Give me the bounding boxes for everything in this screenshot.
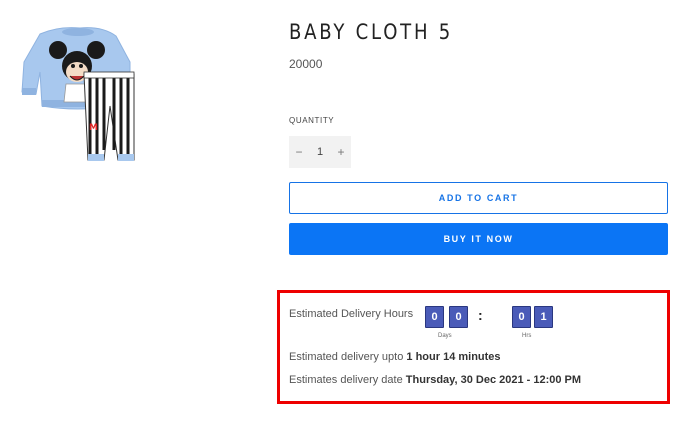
delivery-upto-line: Estimated delivery upto 1 hour 14 minute… xyxy=(289,351,501,363)
countdown-days-label: Days xyxy=(438,333,452,339)
quantity-decrement-button[interactable]: − xyxy=(289,145,309,159)
product-title: BABY CLOTH 5 xyxy=(289,20,454,44)
quantity-value[interactable]: 1 xyxy=(309,146,331,158)
countdown-separator: : xyxy=(478,307,483,323)
countdown-hours-digit-1: 0 xyxy=(512,306,531,328)
delivery-upto-value: 1 hour 14 minutes xyxy=(406,351,501,363)
delivery-date-line: Estimates delivery date Thursday, 30 Dec… xyxy=(289,374,581,386)
countdown-days-digit-1: 0 xyxy=(425,306,444,328)
quantity-increment-button[interactable]: + xyxy=(331,145,351,159)
delivery-date-prefix: Estimates delivery date xyxy=(289,374,403,386)
add-to-cart-button[interactable]: ADD TO CART xyxy=(289,182,668,214)
quantity-stepper: − 1 + xyxy=(289,136,351,168)
buy-it-now-button[interactable]: BUY IT NOW xyxy=(289,223,668,255)
quantity-label: QUANTITY xyxy=(289,116,335,125)
product-price: 20000 xyxy=(289,57,323,71)
countdown-days-digit-2: 0 xyxy=(449,306,468,328)
delivery-hours-label: Estimated Delivery Hours xyxy=(289,308,414,320)
countdown-hours-digit-2: 1 xyxy=(534,306,553,328)
svg-text:M: M xyxy=(89,123,98,133)
delivery-upto-prefix: Estimated delivery upto xyxy=(289,351,404,363)
countdown-hours-label: Hrs xyxy=(522,333,532,339)
estimated-delivery-box: Estimated Delivery Hours 0 0 : 0 1 Days … xyxy=(277,290,670,404)
product-image[interactable]: M xyxy=(18,22,142,168)
delivery-date-value: Thursday, 30 Dec 2021 - 12:00 PM xyxy=(405,374,582,386)
